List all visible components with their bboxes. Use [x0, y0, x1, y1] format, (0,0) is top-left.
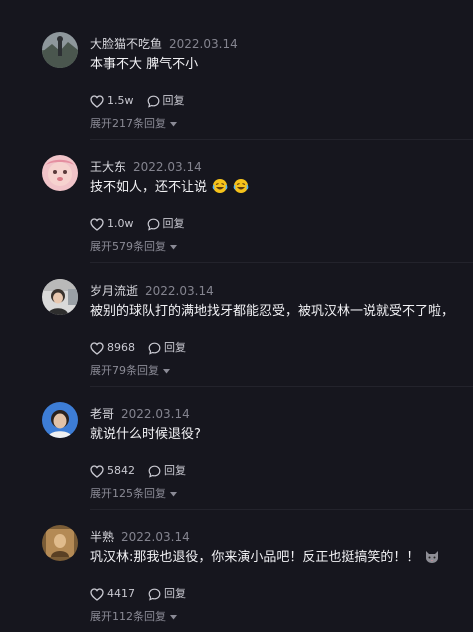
like-button[interactable]: 4417: [90, 586, 135, 602]
comment-actions: 5842 回复: [90, 463, 186, 479]
expand-replies[interactable]: 展开79条回复: [90, 363, 170, 379]
reply-label: 回复: [164, 464, 186, 477]
speech-bubble-icon: [147, 95, 159, 108]
avatar[interactable]: [42, 525, 78, 561]
comment-date: 2022.03.14: [121, 530, 190, 544]
cat-face-emoji-icon: [424, 548, 440, 571]
avatar[interactable]: [42, 32, 78, 68]
avatar-pink-baby-icon: [42, 155, 78, 191]
caret-down-icon: [170, 121, 177, 126]
comment-text-row: 技不如人，还不让说: [90, 178, 249, 201]
reply-label: 回复: [164, 341, 186, 354]
expand-replies-label: 展开217条回复: [90, 117, 166, 130]
avatar[interactable]: [42, 155, 78, 191]
speech-bubble-icon: [148, 465, 161, 478]
username[interactable]: 老哥: [90, 407, 114, 421]
comment-text: 巩汉林:那我也退役，你来演小品吧！反正也挺搞笑的！！: [90, 550, 420, 565]
comment-meta: 半熟 2022.03.14: [90, 529, 190, 545]
laughing-crying-emoji-icon: [212, 178, 228, 201]
speech-bubble-icon: [147, 218, 159, 231]
expand-replies[interactable]: 展开112条回复: [90, 609, 177, 625]
heart-icon: [90, 341, 104, 355]
avatar[interactable]: [42, 402, 78, 438]
comment-date: 2022.03.14: [169, 37, 238, 51]
username[interactable]: 岁月流逝: [90, 284, 138, 298]
comment-meta: 老哥 2022.03.14: [90, 406, 190, 422]
comment-actions: 8968 回复: [90, 340, 186, 356]
caret-down-icon: [170, 491, 177, 496]
expand-replies-label: 展开79条回复: [90, 364, 159, 377]
like-button[interactable]: 1.5w: [90, 93, 134, 109]
heart-icon: [90, 587, 104, 601]
comment-actions: 4417 回复: [90, 586, 186, 602]
divider: [90, 262, 473, 263]
reply-button[interactable]: 回复: [147, 216, 185, 232]
comment-text: 技不如人，还不让说: [90, 180, 208, 195]
comment-item: 王大东 2022.03.14 技不如人，还不让说 1.0w 回复 展开579条回复: [0, 155, 473, 263]
comment-text: 就说什么时候退役?: [90, 427, 201, 442]
avatar-person-in-car-icon: [42, 279, 78, 315]
comment-text-row: 巩汉林:那我也退役，你来演小品吧！反正也挺搞笑的！！: [90, 548, 440, 571]
username[interactable]: 半熟: [90, 530, 114, 544]
comment-text: 被别的球队打的满地找牙都能忍受，被巩汉林一说就受不了啦，: [90, 304, 455, 319]
comment-meta: 岁月流逝 2022.03.14: [90, 283, 214, 299]
comment-date: 2022.03.14: [133, 160, 202, 174]
comment-actions: 1.5w 回复: [90, 93, 185, 109]
expand-replies[interactable]: 展开125条回复: [90, 486, 177, 502]
like-count: 8968: [107, 341, 135, 354]
reply-button[interactable]: 回复: [148, 340, 186, 356]
comment-actions: 1.0w 回复: [90, 216, 185, 232]
comment-feed: 大脸猫不吃鱼 2022.03.14 本事不大 脾气不小 1.5w 回复 展开217…: [0, 0, 473, 632]
username[interactable]: 大脸猫不吃鱼: [90, 37, 162, 51]
reply-button[interactable]: 回复: [148, 586, 186, 602]
speech-bubble-icon: [148, 342, 161, 355]
reply-button[interactable]: 回复: [148, 463, 186, 479]
avatar-person-blue-bg-icon: [42, 402, 78, 438]
username[interactable]: 王大东: [90, 160, 126, 174]
avatar[interactable]: [42, 279, 78, 315]
expand-replies[interactable]: 展开217条回复: [90, 116, 177, 132]
like-count: 5842: [107, 464, 135, 477]
expand-replies-label: 展开579条回复: [90, 240, 166, 253]
comment-item: 岁月流逝 2022.03.14 被别的球队打的满地找牙都能忍受，被巩汉林一说就受不…: [0, 279, 473, 387]
divider: [90, 386, 473, 387]
like-button[interactable]: 1.0w: [90, 216, 134, 232]
heart-icon: [90, 464, 104, 478]
like-count: 1.0w: [107, 217, 134, 230]
reply-label: 回复: [164, 587, 186, 600]
expand-replies-label: 展开112条回复: [90, 610, 166, 623]
expand-replies-label: 展开125条回复: [90, 487, 166, 500]
like-count: 4417: [107, 587, 135, 600]
laughing-crying-emoji-icon: [233, 178, 249, 201]
comment-date: 2022.03.14: [121, 407, 190, 421]
reply-label: 回复: [162, 217, 185, 230]
reply-label: 回复: [162, 94, 185, 107]
avatar-photo-landscape-icon: [42, 32, 78, 68]
comment-meta: 王大东 2022.03.14: [90, 159, 202, 175]
comment-date: 2022.03.14: [145, 284, 214, 298]
comment-item: 大脸猫不吃鱼 2022.03.14 本事不大 脾气不小 1.5w 回复 展开217…: [0, 32, 473, 140]
expand-replies[interactable]: 展开579条回复: [90, 239, 177, 255]
divider: [90, 509, 473, 510]
comment-meta: 大脸猫不吃鱼 2022.03.14: [90, 36, 238, 52]
comment-item: 半熟 2022.03.14 巩汉林:那我也退役，你来演小品吧！反正也挺搞笑的！！ …: [0, 525, 473, 632]
comment-text: 本事不大 脾气不小: [90, 57, 199, 72]
caret-down-icon: [170, 244, 177, 249]
comment-item: 老哥 2022.03.14 就说什么时候退役? 5842 回复 展开125条回复: [0, 402, 473, 510]
like-button[interactable]: 8968: [90, 340, 135, 356]
reply-button[interactable]: 回复: [147, 93, 185, 109]
caret-down-icon: [170, 614, 177, 619]
caret-down-icon: [163, 368, 170, 373]
like-button[interactable]: 5842: [90, 463, 135, 479]
heart-icon: [90, 217, 104, 231]
speech-bubble-icon: [148, 588, 161, 601]
avatar-photo-warm-icon: [42, 525, 78, 561]
divider: [90, 139, 473, 140]
like-count: 1.5w: [107, 94, 134, 107]
heart-icon: [90, 94, 104, 108]
